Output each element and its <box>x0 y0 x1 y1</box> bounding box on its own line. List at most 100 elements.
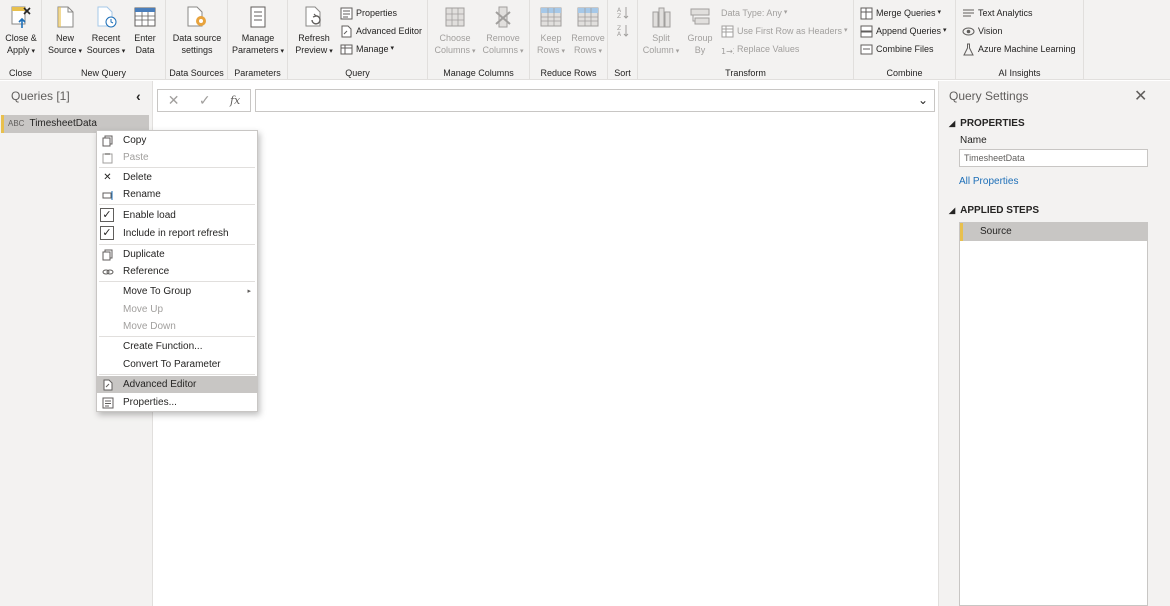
close-apply-icon <box>11 6 31 28</box>
menu-item-reference[interactable]: Reference <box>97 263 257 280</box>
sort-descending-button[interactable]: ZA <box>617 24 633 37</box>
svg-text:Z: Z <box>617 13 621 19</box>
menu-item-copy[interactable]: Copy <box>97 132 257 149</box>
menu-item-include-refresh[interactable]: ✓ Include in report refresh <box>97 225 257 242</box>
menu-item-move-up[interactable]: Move Up <box>97 301 257 318</box>
merge-queries-button[interactable]: Merge Queries ▾ <box>860 6 941 20</box>
checkbox-checked-icon: ✓ <box>100 226 114 240</box>
data-source-settings-button[interactable]: Data source settings <box>170 4 224 56</box>
chevron-down-icon: ▾ <box>675 48 680 55</box>
formula-bar-buttons: ✕ ✓ fx <box>157 89 251 112</box>
close-icon[interactable]: ✕ <box>1134 86 1147 106</box>
applied-steps-list: Source <box>959 222 1148 606</box>
remove-rows-icon <box>577 7 599 27</box>
collapse-triangle-icon: ◢ <box>949 119 956 128</box>
properties-icon <box>340 7 353 19</box>
properties-section-head[interactable]: ◢ PROPERTIES <box>949 118 1025 129</box>
menu-separator <box>99 336 255 337</box>
vision-button[interactable]: Vision <box>962 24 1002 38</box>
remove-rows-button[interactable]: Remove Rows ▾ <box>570 4 606 58</box>
split-column-button[interactable]: Split Column ▾ <box>640 4 682 58</box>
menu-item-delete[interactable]: ✕ Delete <box>97 169 257 186</box>
manage-parameters-button[interactable]: Manage Parameters ▾ <box>232 4 284 58</box>
transform-group: Split Column ▾ Group By Data Type: Any ▾ U… <box>638 0 854 80</box>
append-queries-icon <box>860 25 873 37</box>
menu-separator <box>99 167 255 168</box>
menu-separator <box>99 281 255 282</box>
all-properties-link[interactable]: All Properties <box>959 176 1018 187</box>
combine-files-button[interactable]: Combine Files <box>860 42 934 56</box>
menu-item-convert-parameter[interactable]: Convert To Parameter <box>97 356 257 373</box>
replace-values-icon: 1→2 <box>721 47 734 56</box>
svg-text:A: A <box>617 31 622 37</box>
replace-values-button[interactable]: 1→2 Replace Values <box>721 42 799 56</box>
queries-title: Queries [1] <box>11 89 70 103</box>
menu-item-move-down[interactable]: Move Down <box>97 318 257 335</box>
use-first-row-headers-button[interactable]: Use First Row as Headers ▾ <box>721 24 848 38</box>
combine-files-icon <box>860 44 873 54</box>
data-type-dropdown[interactable]: Data Type: Any ▾ <box>721 6 787 20</box>
group-by-button[interactable]: Group By <box>682 4 718 56</box>
applied-steps-section-head[interactable]: ◢ APPLIED STEPS <box>949 205 1039 216</box>
keep-rows-button[interactable]: Keep Rows ▾ <box>534 4 568 58</box>
menu-item-move-to-group[interactable]: Move To Group ▸ <box>97 283 257 300</box>
refresh-preview-button[interactable]: Refresh Preview ▾ <box>292 4 336 58</box>
manage-columns-group: Choose Columns ▾ Remove Columns ▾ Manage C… <box>428 0 530 80</box>
formula-bar-input[interactable]: ⌄ <box>255 89 935 112</box>
menu-item-advanced-editor[interactable]: Advanced Editor <box>97 376 257 393</box>
manage-query-button[interactable]: Manage ▾ <box>340 42 394 56</box>
chevron-down-icon: ▾ <box>783 9 788 16</box>
append-queries-button[interactable]: Append Queries ▾ <box>860 24 947 38</box>
fx-icon[interactable]: fx <box>230 94 240 107</box>
delete-x-icon: ✕ <box>103 172 112 183</box>
chevron-down-icon: ▾ <box>844 27 848 34</box>
new-source-button[interactable]: New Source ▾ <box>46 4 84 58</box>
menu-item-paste[interactable]: Paste <box>97 149 257 166</box>
sort-descending-icon: ZA <box>617 25 629 37</box>
advanced-editor-button[interactable]: Advanced Editor <box>340 24 422 38</box>
text-type-icon: ABC <box>8 119 25 128</box>
choose-columns-button[interactable]: Choose Columns ▾ <box>432 4 478 58</box>
close-group: Close & Apply ▾ Close <box>0 0 42 80</box>
split-column-icon <box>652 7 671 28</box>
recent-sources-button[interactable]: Recent Sources ▾ <box>86 4 126 58</box>
group-label-parameters: Parameters <box>234 68 281 78</box>
remove-columns-button[interactable]: Remove Columns ▾ <box>480 4 526 58</box>
menu-item-duplicate[interactable]: Duplicate <box>97 246 257 263</box>
menu-item-rename[interactable]: Rename <box>97 186 257 203</box>
chevron-down-icon: ▾ <box>78 48 83 55</box>
query-item-label: TimesheetData <box>29 118 97 129</box>
chevron-down-icon[interactable]: ⌄ <box>918 93 928 107</box>
reduce-rows-group: Keep Rows ▾ Remove Rows ▾ Reduce Rows <box>530 0 608 80</box>
menu-item-enable-load[interactable]: ✓ Enable load <box>97 207 257 224</box>
eye-icon <box>962 27 975 35</box>
refresh-icon <box>305 6 321 27</box>
text-analytics-button[interactable]: Text Analytics <box>962 6 1033 20</box>
query-settings-pane: Query Settings ✕ ◢ PROPERTIES Name Timesh… <box>938 81 1170 606</box>
menu-separator <box>99 374 255 375</box>
cancel-formula-icon[interactable]: ✕ <box>168 92 180 109</box>
query-name-field[interactable]: TimesheetData <box>959 149 1148 167</box>
headers-icon <box>721 25 734 37</box>
step-item-source[interactable]: Source <box>960 223 1147 241</box>
chevron-down-icon: ▾ <box>943 27 947 34</box>
chevron-down-icon: ▾ <box>31 48 36 55</box>
text-analytics-icon <box>963 9 974 16</box>
sort-ascending-button[interactable]: AZ <box>617 6 633 19</box>
commit-formula-icon[interactable]: ✓ <box>199 92 211 109</box>
collapse-pane-icon[interactable]: ‹ <box>136 88 141 104</box>
new-source-icon <box>57 6 74 28</box>
name-label: Name <box>960 135 987 146</box>
azure-ml-button[interactable]: Azure Machine Learning <box>962 42 1076 56</box>
properties-button[interactable]: Properties <box>340 6 397 20</box>
copy-icon <box>101 134 114 147</box>
menu-item-create-function[interactable]: Create Function... <box>97 338 257 355</box>
group-label-new-query: New Query <box>80 68 126 78</box>
parameters-icon <box>250 6 266 28</box>
enter-data-button[interactable]: Enter Data <box>128 4 162 56</box>
query-group: Refresh Preview ▾ Properties Advanced Edi… <box>288 0 428 80</box>
menu-item-properties[interactable]: Properties... <box>97 394 257 411</box>
advanced-editor-icon <box>341 25 352 37</box>
close-apply-button[interactable]: Close & Apply ▾ <box>3 4 39 58</box>
query-context-menu: Copy Paste ✕ Delete Rename ✓ Enable load… <box>96 130 258 412</box>
